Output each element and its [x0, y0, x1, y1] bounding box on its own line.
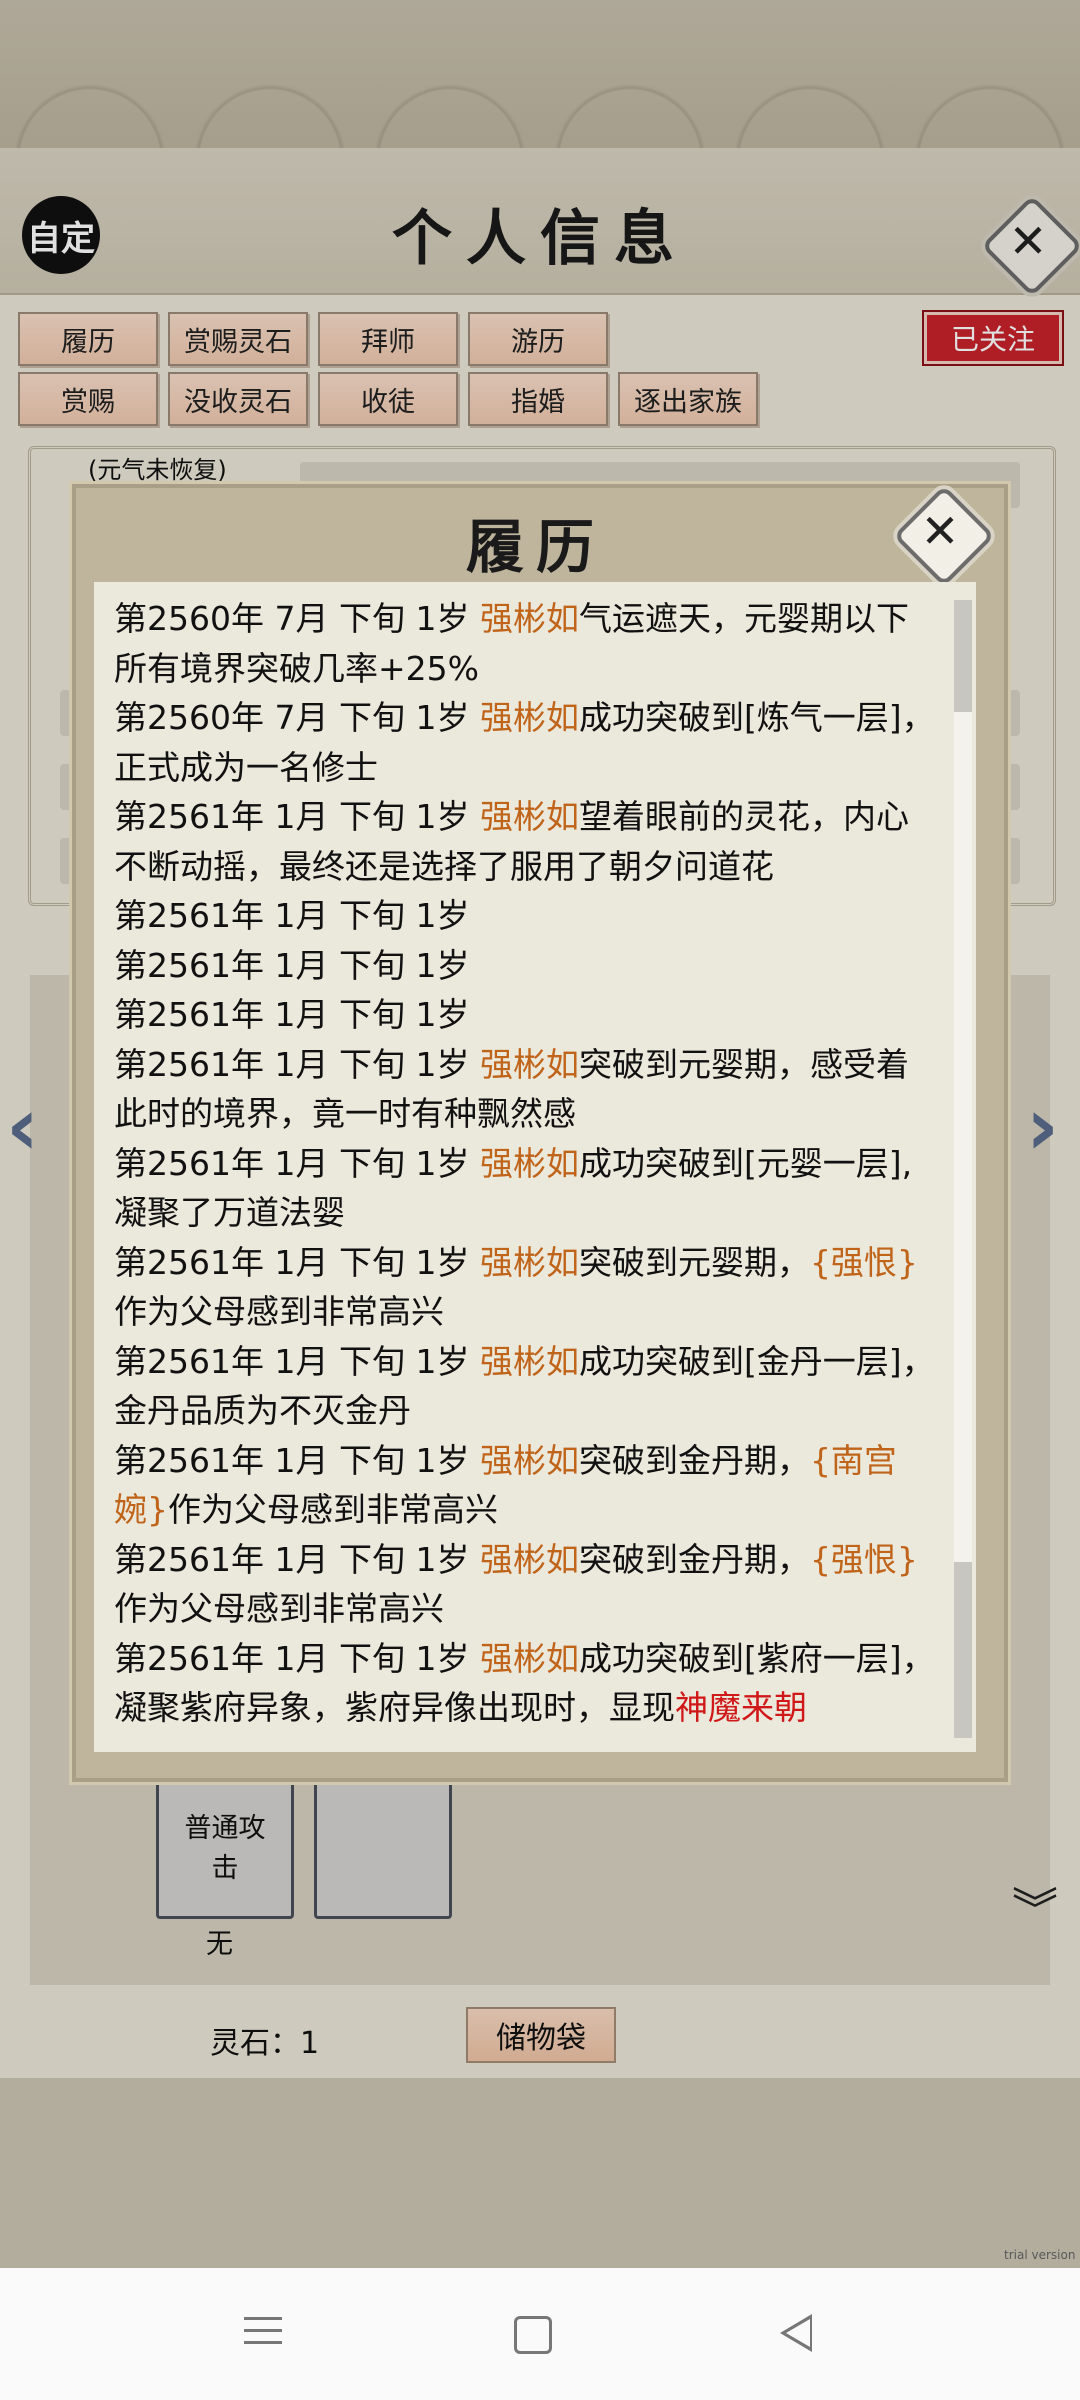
- character-name: 强彬如: [479, 1044, 579, 1084]
- entry-date: 第2561年 1月 下旬 1岁: [114, 797, 480, 836]
- character-name: 强彬如: [479, 1341, 579, 1381]
- entry-date: 第2561年 1月 下旬 1岁: [114, 1242, 480, 1282]
- log-entry: 第2561年 1月 下旬 1岁 强彬如成功突破到[金丹一层]，金丹品质为不灭金丹: [114, 1337, 940, 1436]
- scrollbar-track-top: [954, 600, 972, 712]
- relative-name: {强恨}: [809, 1242, 918, 1282]
- log-entry: 第2561年 1月 下旬 1岁 强彬如突破到元婴期，感受着此时的境界，竟一时有种…: [114, 1040, 940, 1139]
- dialog-title: 履历: [465, 513, 606, 581]
- log-entry: 第2560年 7月 下旬 1岁 强彬如成功突破到[炼气一层]，正式成为一名修士: [114, 693, 940, 792]
- character-name: 强彬如: [479, 1539, 579, 1579]
- log-entry: 第2561年 1月 下旬 1岁 强彬如突破到金丹期，{南宫婉}作为父母感到非常高…: [114, 1436, 940, 1535]
- entry-text-tail: 作为父母感到非常高兴: [114, 1589, 444, 1628]
- character-name: 强彬如: [479, 1143, 579, 1183]
- menu-icon[interactable]: [244, 2308, 282, 2353]
- entry-date: 第2561年 1月 下旬 1岁: [114, 1341, 480, 1381]
- entry-date: 第2561年 1月 下旬 1岁: [114, 1638, 480, 1678]
- entry-text-tail: 作为父母感到非常高兴: [114, 1292, 444, 1331]
- entry-text: 突破到金丹期，: [578, 1539, 810, 1579]
- log-entry: 第2560年 7月 下旬 1岁 强彬如气运遮天，元婴期以下所有境界突破几率+25…: [114, 594, 940, 693]
- entry-date: 第2561年 1月 下旬 1岁: [114, 896, 470, 935]
- close-icon: ✕: [920, 504, 960, 558]
- log-entry: 第2561年 1月 下旬 1岁: [114, 990, 940, 1040]
- relative-name: {强恨}: [809, 1539, 918, 1579]
- character-name: 强彬如: [479, 698, 579, 737]
- entry-text: 突破到金丹期，: [578, 1440, 810, 1480]
- entry-text: 突破到元婴期，: [578, 1242, 810, 1282]
- character-name: 强彬如: [479, 1638, 579, 1678]
- entry-date: 第2560年 7月 下旬 1岁: [114, 698, 480, 737]
- log-entry: 第2561年 1月 下旬 1岁 强彬如成功突破到[元婴一层],凝聚了万道法婴: [114, 1139, 940, 1238]
- character-name: 强彬如: [479, 1440, 579, 1480]
- character-name: 强彬如: [479, 797, 579, 836]
- character-name: 强彬如: [479, 1242, 579, 1282]
- entry-date: 第2560年 7月 下旬 1岁: [114, 599, 480, 638]
- entry-date: 第2561年 1月 下旬 1岁: [114, 1044, 480, 1084]
- scrollbar-thumb[interactable]: [954, 1562, 972, 1738]
- log-entry: 第2561年 1月 下旬 1岁 强彬如突破到元婴期，{强恨} 作为父母感到非常高兴: [114, 1238, 940, 1337]
- resume-entries: 第2560年 7月 下旬 1岁 强彬如气运遮天，元婴期以下所有境界突破几率+25…: [114, 594, 940, 1733]
- back-icon-inner: [786, 2319, 810, 2347]
- log-entry: 第2561年 1月 下旬 1岁: [114, 891, 940, 941]
- entry-date: 第2561年 1月 下旬 1岁: [114, 1440, 480, 1480]
- entry-date: 第2561年 1月 下旬 1岁: [114, 1143, 480, 1183]
- log-entry: 第2561年 1月 下旬 1岁 强彬如突破到金丹期，{强恨} 作为父母感到非常高兴: [114, 1535, 940, 1634]
- entry-date: 第2561年 1月 下旬 1岁: [114, 945, 470, 985]
- entry-date: 第2561年 1月 下旬 1岁: [114, 1539, 480, 1579]
- home-icon[interactable]: [514, 2316, 552, 2354]
- entry-date: 第2561年 1月 下旬 1岁: [114, 995, 470, 1034]
- character-name: 强彬如: [479, 599, 579, 638]
- log-entry: 第2561年 1月 下旬 1岁 强彬如成功突破到[紫府一层]，凝聚紫府异象，紫府…: [114, 1634, 940, 1733]
- highlight-text: 神魔来朝: [675, 1688, 807, 1727]
- resume-log[interactable]: 第2560年 7月 下旬 1岁 强彬如气运遮天，元婴期以下所有境界突破几率+25…: [94, 582, 976, 1752]
- entry-text-tail: 作为父母感到非常高兴: [168, 1490, 498, 1529]
- log-entry: 第2561年 1月 下旬 1岁: [114, 941, 940, 991]
- close-dialog-button[interactable]: ✕: [893, 485, 995, 587]
- log-entry: 第2561年 1月 下旬 1岁 强彬如望着眼前的灵花，内心不断动摇，最终还是选择…: [114, 792, 940, 891]
